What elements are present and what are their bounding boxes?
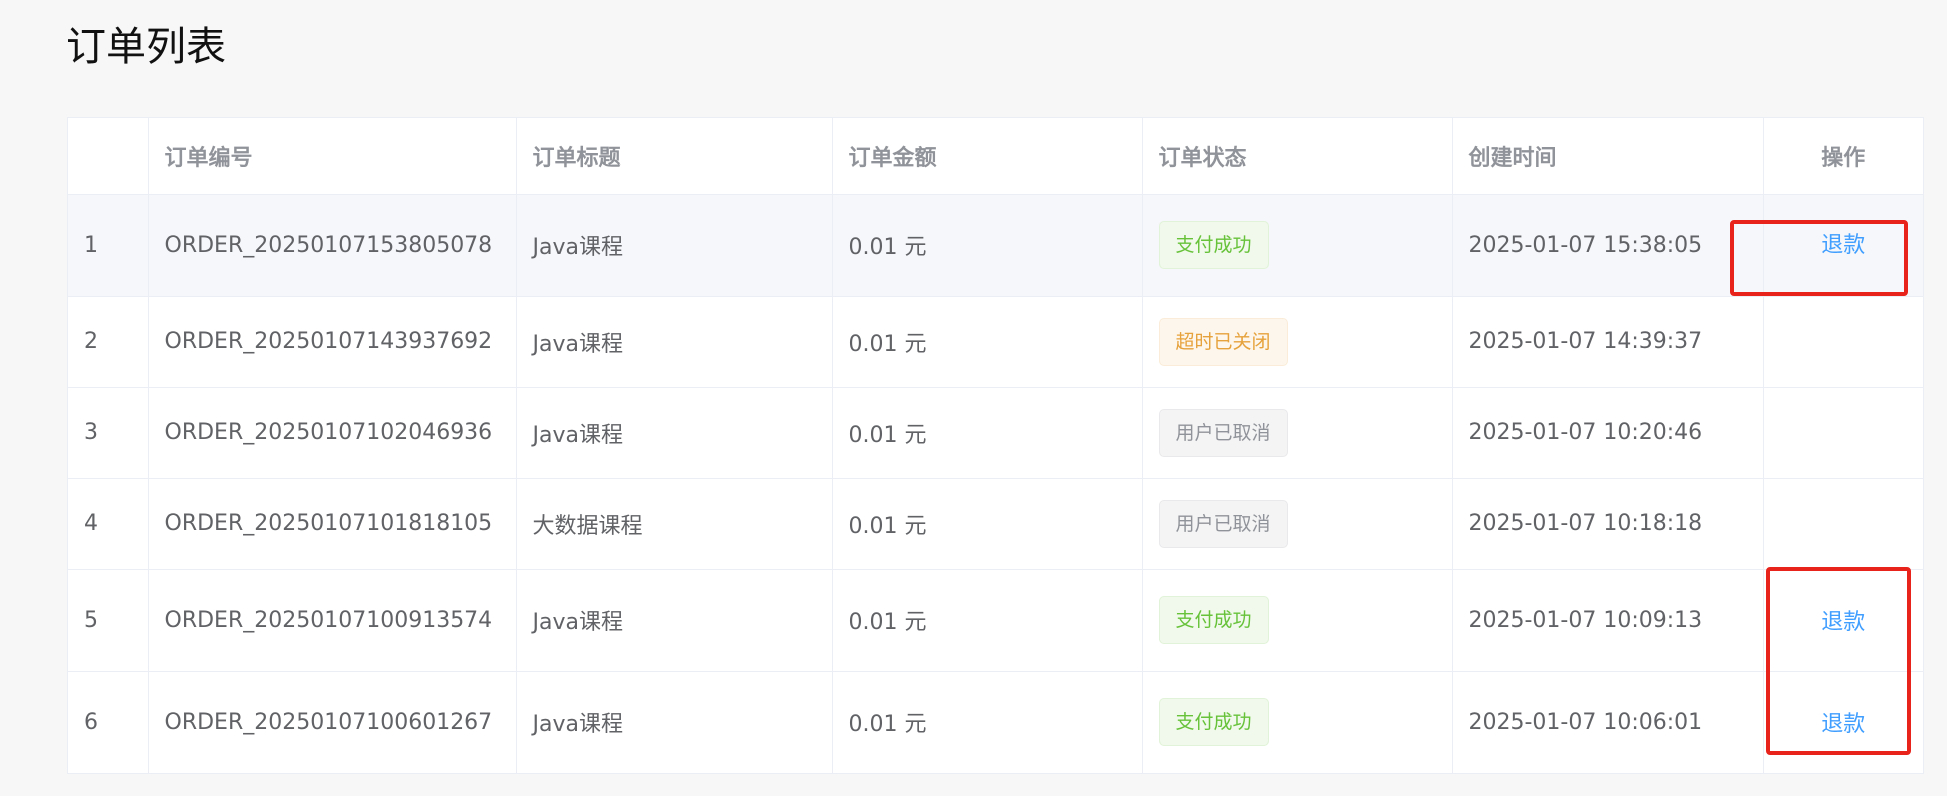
- page-title: 订单列表: [66, 24, 226, 70]
- cell-order-no: ORDER_20250107101818105: [148, 478, 517, 570]
- table-header-row: 订单编号 订单标题 订单金额 订单状态 创建时间 操作: [68, 118, 1923, 195]
- cell-index: 4: [68, 478, 149, 570]
- cell-amount: 0.01 元: [832, 671, 1143, 773]
- cell-action: 退款: [1763, 671, 1923, 773]
- orders-table: 订单编号 订单标题 订单金额 订单状态 创建时间 操作 1 ORDER_2025…: [67, 117, 1924, 774]
- table-row: 2 ORDER_20250107143937692 Java课程 0.01 元 …: [68, 296, 1923, 388]
- cell-order-title: Java课程: [516, 296, 833, 388]
- column-header-index: [68, 118, 149, 195]
- column-header-amount: 订单金额: [832, 118, 1143, 195]
- status-badge: 支付成功: [1158, 596, 1269, 644]
- cell-order-no: ORDER_20250107100601267: [148, 671, 517, 773]
- cell-amount: 0.01 元: [832, 569, 1143, 672]
- cell-order-no: ORDER_20250107102046936: [148, 387, 517, 479]
- refund-button[interactable]: 退款: [1821, 604, 1865, 636]
- column-header-order-no: 订单编号: [148, 118, 517, 195]
- cell-index: 6: [68, 671, 149, 773]
- cell-action: [1763, 387, 1923, 479]
- cell-status: 支付成功: [1142, 569, 1453, 672]
- order-list-page: 订单列表 订单编号 订单标题 订单金额 订单状态 创建时间 操作 1 ORDER…: [0, 0, 1947, 796]
- refund-button[interactable]: 退款: [1821, 706, 1865, 738]
- column-header-action: 操作: [1763, 118, 1923, 195]
- cell-created: 2025-01-07 10:20:46: [1452, 387, 1764, 479]
- cell-order-no: ORDER_20250107153805078: [148, 194, 517, 297]
- cell-index: 1: [68, 194, 149, 297]
- cell-amount: 0.01 元: [832, 478, 1143, 570]
- cell-created: 2025-01-07 10:18:18: [1452, 478, 1764, 570]
- cell-status: 用户已取消: [1142, 478, 1453, 570]
- cell-created: 2025-01-07 10:09:13: [1452, 569, 1764, 672]
- cell-created: 2025-01-07 14:39:37: [1452, 296, 1764, 388]
- cell-index: 2: [68, 296, 149, 388]
- table-row: 1 ORDER_20250107153805078 Java课程 0.01 元 …: [68, 194, 1923, 297]
- status-badge: 用户已取消: [1158, 499, 1288, 548]
- column-header-created: 创建时间: [1452, 118, 1764, 195]
- cell-amount: 0.01 元: [832, 194, 1143, 297]
- cell-index: 3: [68, 387, 149, 479]
- table-row: 3 ORDER_20250107102046936 Java课程 0.01 元 …: [68, 387, 1923, 479]
- cell-action: [1763, 478, 1923, 570]
- column-header-status: 订单状态: [1142, 118, 1453, 195]
- table-row: 6 ORDER_20250107100601267 Java课程 0.01 元 …: [68, 671, 1923, 773]
- cell-order-title: Java课程: [516, 671, 833, 773]
- cell-order-title: Java课程: [516, 194, 833, 297]
- cell-action: 退款: [1763, 194, 1923, 297]
- cell-order-title: Java课程: [516, 569, 833, 672]
- status-badge: 支付成功: [1158, 221, 1269, 269]
- cell-status: 超时已关闭: [1142, 296, 1453, 388]
- cell-order-title: 大数据课程: [516, 478, 833, 570]
- status-badge: 用户已取消: [1158, 408, 1288, 457]
- cell-amount: 0.01 元: [832, 296, 1143, 388]
- cell-status: 用户已取消: [1142, 387, 1453, 479]
- cell-status: 支付成功: [1142, 671, 1453, 773]
- table-row: 5 ORDER_20250107100913574 Java课程 0.01 元 …: [68, 569, 1923, 672]
- cell-status: 支付成功: [1142, 194, 1453, 297]
- cell-amount: 0.01 元: [832, 387, 1143, 479]
- cell-action: 退款: [1763, 569, 1923, 672]
- cell-created: 2025-01-07 15:38:05: [1452, 194, 1764, 297]
- cell-order-title: Java课程: [516, 387, 833, 479]
- refund-button[interactable]: 退款: [1821, 227, 1865, 259]
- cell-action: [1763, 296, 1923, 388]
- cell-index: 5: [68, 569, 149, 672]
- column-header-order-title: 订单标题: [516, 118, 833, 195]
- table-row: 4 ORDER_20250107101818105 大数据课程 0.01 元 用…: [68, 478, 1923, 570]
- status-badge: 支付成功: [1158, 698, 1269, 747]
- cell-created: 2025-01-07 10:06:01: [1452, 671, 1764, 773]
- cell-order-no: ORDER_20250107100913574: [148, 569, 517, 672]
- cell-order-no: ORDER_20250107143937692: [148, 296, 517, 388]
- status-badge: 超时已关闭: [1158, 317, 1288, 366]
